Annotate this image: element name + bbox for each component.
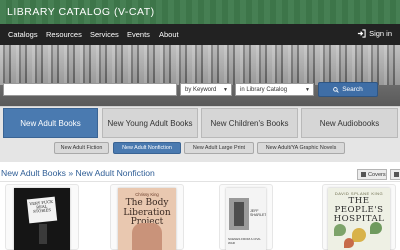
- chevron-down-icon: ▼: [305, 87, 310, 93]
- cover-art: [334, 224, 346, 236]
- covers-view-label: Covers: [368, 171, 386, 178]
- book-cover-4[interactable]: DAVID SPLANE KING THE PEOPLE'S HOSPITAL: [328, 188, 390, 250]
- sign-in-link[interactable]: Sign in: [357, 29, 392, 38]
- book-title: THE PEOPLE'S HOSPITAL: [333, 196, 385, 225]
- nav-item-services[interactable]: Services: [90, 30, 119, 39]
- book-cover-text: VERY FUCK REAL STORIES: [26, 196, 58, 224]
- subtab-new-adult-fiction[interactable]: New Adult Fiction: [54, 142, 109, 154]
- list-view-button[interactable]: [390, 169, 400, 180]
- tab-new-young-adult-books[interactable]: New Young Adult Books: [102, 108, 198, 138]
- breadcrumb[interactable]: New Adult Books » New Adult Nonfiction: [1, 168, 155, 178]
- search-scope-select[interactable]: by Keyword ▼: [180, 83, 232, 96]
- grid-icon: [361, 172, 366, 177]
- search-location-select[interactable]: in Library Catalog ▼: [235, 83, 314, 96]
- covers-view-button[interactable]: Covers: [357, 169, 387, 180]
- list-icon: [394, 172, 399, 177]
- cover-art: [344, 238, 354, 248]
- search-icon: [333, 86, 339, 93]
- chevron-down-icon: ▼: [223, 87, 228, 93]
- bookshelf-image: [0, 45, 400, 85]
- book-author: Chrissy King: [135, 192, 159, 197]
- search-location-value: in Library Catalog: [240, 87, 288, 93]
- book-cover-3[interactable]: JEFF SHARLET SCENES FROM A CIVIL WAR: [226, 188, 266, 250]
- nav-item-about[interactable]: About: [159, 30, 179, 39]
- book-author: JEFF SHARLET: [250, 209, 266, 217]
- cover-art: [352, 228, 366, 242]
- search-button-label: Search: [342, 86, 363, 93]
- main-nav: Catalogs Resources Services Events About…: [0, 24, 400, 45]
- search-input[interactable]: [3, 83, 177, 96]
- subtab-new-adult-large-print[interactable]: New Adult Large Print: [184, 142, 254, 154]
- tab-new-childrens-books[interactable]: New Children's Books: [201, 108, 298, 138]
- cover-art: [370, 222, 382, 234]
- cover-art: [132, 223, 162, 250]
- tab-new-adult-books[interactable]: New Adult Books: [3, 108, 98, 138]
- nav-item-catalogs[interactable]: Catalogs: [8, 30, 38, 39]
- site-title[interactable]: LIBRARY CATALOG (V-CAT): [0, 0, 400, 24]
- nav-item-resources[interactable]: Resources: [46, 30, 82, 39]
- divider: [0, 181, 400, 182]
- book-subtitle: SCENES FROM A CIVIL WAR: [228, 237, 261, 245]
- book-cover-2[interactable]: Chrissy King The Body Liberation Project: [118, 188, 176, 250]
- book-cover-1[interactable]: VERY FUCK REAL STORIES: [14, 188, 70, 250]
- nav-item-events[interactable]: Events: [127, 30, 150, 39]
- sign-in-label: Sign in: [369, 29, 392, 38]
- subtab-new-adult-nonfiction[interactable]: New Adult Nonfiction: [113, 142, 181, 154]
- tab-new-audiobooks[interactable]: New Audiobooks: [301, 108, 398, 138]
- cover-art: [234, 202, 244, 226]
- subtab-new-adult-ya-graphic-novels[interactable]: New Adult/YA Graphic Novels: [257, 142, 345, 154]
- cover-art: [39, 224, 47, 244]
- search-scope-value: by Keyword: [185, 87, 217, 93]
- sign-in-icon: [357, 29, 366, 38]
- search-button[interactable]: Search: [318, 82, 378, 97]
